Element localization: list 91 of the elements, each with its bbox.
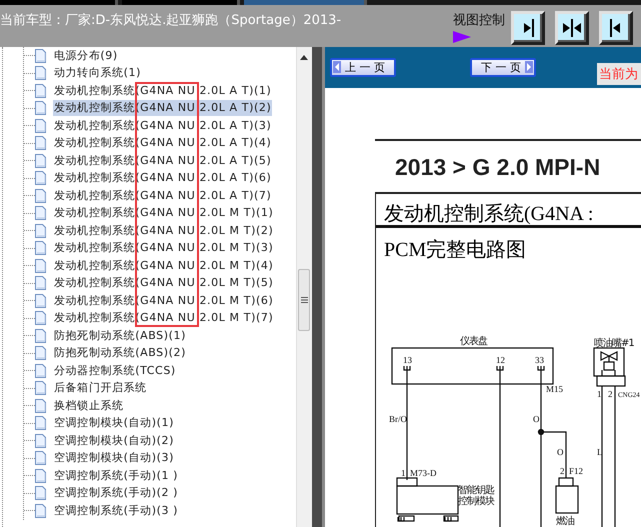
document-icon (35, 66, 46, 80)
document-icon (35, 434, 46, 448)
tree-item[interactable]: 发动机控制系统(G4NA NU 2.0L A T)(1) (53, 82, 272, 99)
tree-item[interactable]: 空调控制模块(自动)(3) (53, 450, 175, 466)
tree-item[interactable]: 电源分布(9) (53, 48, 119, 64)
diagram-label: 控制模块 (458, 496, 494, 507)
document-icon (35, 451, 46, 466)
tree-item[interactable]: 发动机控制系统(G4NA NU 2.0L A T)(2) (53, 100, 272, 116)
diagram-label: M15 (546, 384, 564, 394)
document-icon (35, 118, 46, 133)
scrollbar[interactable] (296, 47, 312, 527)
tree-item[interactable]: 空调控制系统(手动)(2 ) (53, 485, 180, 502)
document-icon (35, 206, 46, 220)
tree-item[interactable]: 发动机控制系统(G4NA NU 2.0L A T)(6) (53, 170, 272, 186)
diagram-label: M73-D (410, 468, 436, 478)
document-icon (35, 398, 46, 413)
diagram-label: O (533, 414, 540, 424)
scrollbar-thumb[interactable] (298, 269, 310, 331)
tree-item[interactable]: 发动机控制系统(G4NA NU 2.0L A T)(5) (53, 152, 272, 169)
document-icon (35, 101, 46, 116)
scroll-up-icon (300, 55, 308, 60)
tree-item[interactable]: 防抱死制动系统(ABS)(1) (53, 328, 188, 344)
diagram-label: 33 (535, 355, 544, 365)
document-icon (35, 224, 46, 238)
tree-item[interactable]: 分动器控制系统(TCCS) (53, 362, 177, 379)
document-icon (35, 381, 46, 396)
diagram-label: F12 (569, 466, 584, 476)
diagram-label: 仪表盘 (460, 336, 487, 347)
document-icon (35, 84, 46, 98)
tree-item[interactable]: 发动机控制系统(G4NA NU 2.0L M T)(5) (53, 275, 274, 292)
previous-page-button[interactable]: 上 一 页 (330, 58, 396, 77)
diagram-label: 13 (403, 355, 412, 365)
tree-item[interactable]: 发动机控制系统(G4NA NU 2.0L A T)(7) (53, 188, 272, 204)
section-heading: 发动机控制系统(G4NA : (376, 194, 641, 228)
document-icon (35, 468, 46, 483)
document-icon (35, 294, 46, 308)
diagram-label: 喷油嘴#1 (594, 338, 634, 349)
diagram-label: 12 (496, 355, 505, 365)
document-icon (35, 328, 46, 343)
document-icon (35, 504, 46, 518)
diagram-label: 1 (597, 389, 602, 399)
diagram-label: 智能钥匙 (458, 485, 494, 496)
tree-item[interactable]: 发动机控制系统(G4NA NU 2.0L A T)(3) (53, 118, 272, 134)
diagram-label: Br/O (389, 414, 407, 424)
next-page-button[interactable]: 下 一 页 (470, 58, 536, 77)
document-icon (35, 486, 46, 500)
current-page-label: 当前为 (597, 62, 641, 84)
expand-right-button[interactable] (511, 11, 545, 45)
arrows-inward-icon (562, 19, 582, 37)
document-icon (35, 311, 46, 326)
diagram-label: O (557, 447, 564, 457)
diagram-label: 1 (401, 468, 406, 478)
vehicle-title: 当前车型：厂家:D-东风悦达.起亚狮跑（Sportage）2013- (0, 12, 342, 29)
document-icon (35, 258, 46, 273)
tree-item[interactable]: 发动机控制系统(G4NA NU 2.0L A T)(4) (53, 135, 272, 152)
document-icon (35, 276, 46, 290)
document-icon (35, 136, 46, 150)
expand-left-button[interactable] (599, 11, 633, 45)
diagram-label: 2 (608, 389, 612, 399)
diagram-label: 燃油 (556, 516, 574, 527)
tree-item[interactable]: 发动机控制系统(G4NA NU 2.0L M T)(4) (53, 258, 274, 274)
document-icon (35, 241, 46, 256)
tree-item[interactable]: 动力转向系统(1) (53, 65, 142, 82)
triangle-icon (453, 31, 471, 43)
document-icon (35, 188, 46, 203)
arrow-left-icon (333, 61, 341, 73)
tree-item[interactable]: 发动机控制系统(G4NA NU 2.0L M T)(6) (53, 292, 274, 309)
document-icon (35, 364, 46, 378)
document-icon (35, 171, 46, 186)
tree-item[interactable]: 空调控制系统(手动)(3 ) (53, 502, 180, 519)
tree-item[interactable]: 发动机控制系统(G4NA NU 2.0L M T)(2) (53, 222, 274, 239)
view-control-label: 视图控制 (453, 12, 505, 29)
tree-item[interactable]: 换档锁止系统 (53, 398, 125, 414)
document-icon (35, 346, 46, 360)
tree-item[interactable]: 发动机控制系统(G4NA NU 2.0L M T)(7) (53, 310, 274, 326)
document-icon (35, 48, 46, 63)
document-icon (35, 416, 46, 430)
grip-icon (300, 297, 308, 303)
tree-item[interactable]: 防抱死制动系统(ABS)(2) (53, 345, 188, 362)
document-title: 2013 > G 2.0 MPI-N (395, 154, 602, 180)
diagram-label: 2 (560, 466, 564, 476)
document-icon (35, 154, 46, 168)
tree-item[interactable]: 发动机控制系统(G4NA NU 2.0L M T)(3) (53, 240, 274, 256)
arrow-right-icon (525, 61, 533, 73)
tree-item[interactable]: 空调控制模块(自动)(2) (53, 432, 175, 449)
tree-item[interactable]: 发动机控制系统(G4NA NU 2.0L M T)(1) (53, 205, 274, 222)
tree-item[interactable]: 空调控制系统(手动)(1 ) (53, 468, 180, 484)
tree-item[interactable]: 后备箱门开启系统 (53, 380, 148, 396)
diagram-title: PCM完整电路图 (383, 238, 528, 263)
tree-item[interactable]: 空调控制模块(自动)(1) (53, 415, 175, 432)
split-view-button[interactable] (555, 11, 589, 45)
